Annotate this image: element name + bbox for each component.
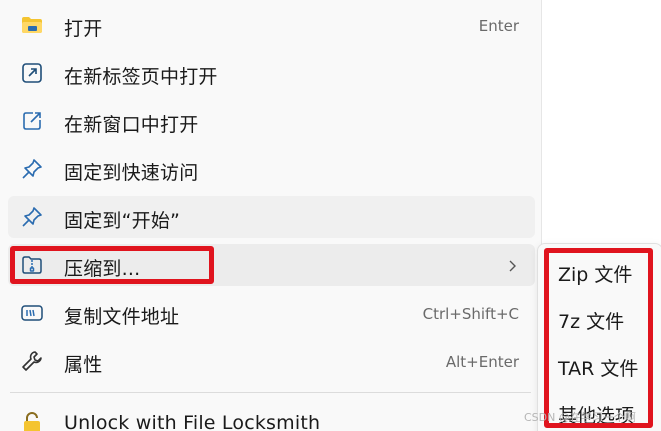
menu-item-properties[interactable]: 属性 Alt+Enter <box>8 340 535 382</box>
shortcut-text: Enter <box>478 17 519 35</box>
menu-item-label: 在新窗口中打开 <box>64 114 199 136</box>
menu-item-label: 在新标签页中打开 <box>64 66 218 88</box>
wrench-icon <box>20 349 44 373</box>
menu-item-open-in-new-window[interactable]: 在新窗口中打开 <box>8 100 535 142</box>
annotation-highlight-box <box>544 248 653 428</box>
copy-path-icon <box>20 301 44 325</box>
pin-icon <box>20 205 44 229</box>
menu-item-label: 固定到快速访问 <box>64 162 199 184</box>
watermark-text: CSDN @在学习一个啊 <box>524 411 636 424</box>
context-menu: 打开 Enter 在新标签页中打开 在新窗口中打开 固定到快速访问 固定到“开始… <box>0 0 542 431</box>
shortcut-text: Alt+Enter <box>445 353 519 371</box>
menu-item-pin-to-start[interactable]: 固定到“开始” <box>8 196 535 238</box>
menu-item-copy-path[interactable]: 复制文件地址 Ctrl+Shift+C <box>8 292 535 334</box>
menu-item-label: 复制文件地址 <box>64 306 180 328</box>
open-in-new-window-icon <box>20 109 44 133</box>
shortcut-text: Ctrl+Shift+C <box>422 305 519 323</box>
menu-item-open-in-new-tab[interactable]: 在新标签页中打开 <box>8 52 535 94</box>
screen: 打开 Enter 在新标签页中打开 在新窗口中打开 固定到快速访问 固定到“开始… <box>0 0 661 431</box>
menu-item-label: 属性 <box>64 354 103 376</box>
open-in-new-tab-icon <box>20 61 44 85</box>
lock-icon <box>20 411 44 431</box>
annotation-highlight-box <box>10 246 214 284</box>
folder-icon <box>20 13 44 37</box>
menu-item-open[interactable]: 打开 Enter <box>8 4 535 46</box>
pin-icon <box>20 157 44 181</box>
menu-item-unlock-file-locksmith[interactable]: Unlock with File Locksmith <box>8 402 535 431</box>
menu-item-label: Unlock with File Locksmith <box>64 412 321 431</box>
menu-item-label: 固定到“开始” <box>64 210 181 232</box>
menu-divider <box>10 392 531 393</box>
menu-item-label: 打开 <box>64 18 103 40</box>
menu-item-pin-quick-access[interactable]: 固定到快速访问 <box>8 148 535 190</box>
chevron-right-icon <box>505 258 519 272</box>
